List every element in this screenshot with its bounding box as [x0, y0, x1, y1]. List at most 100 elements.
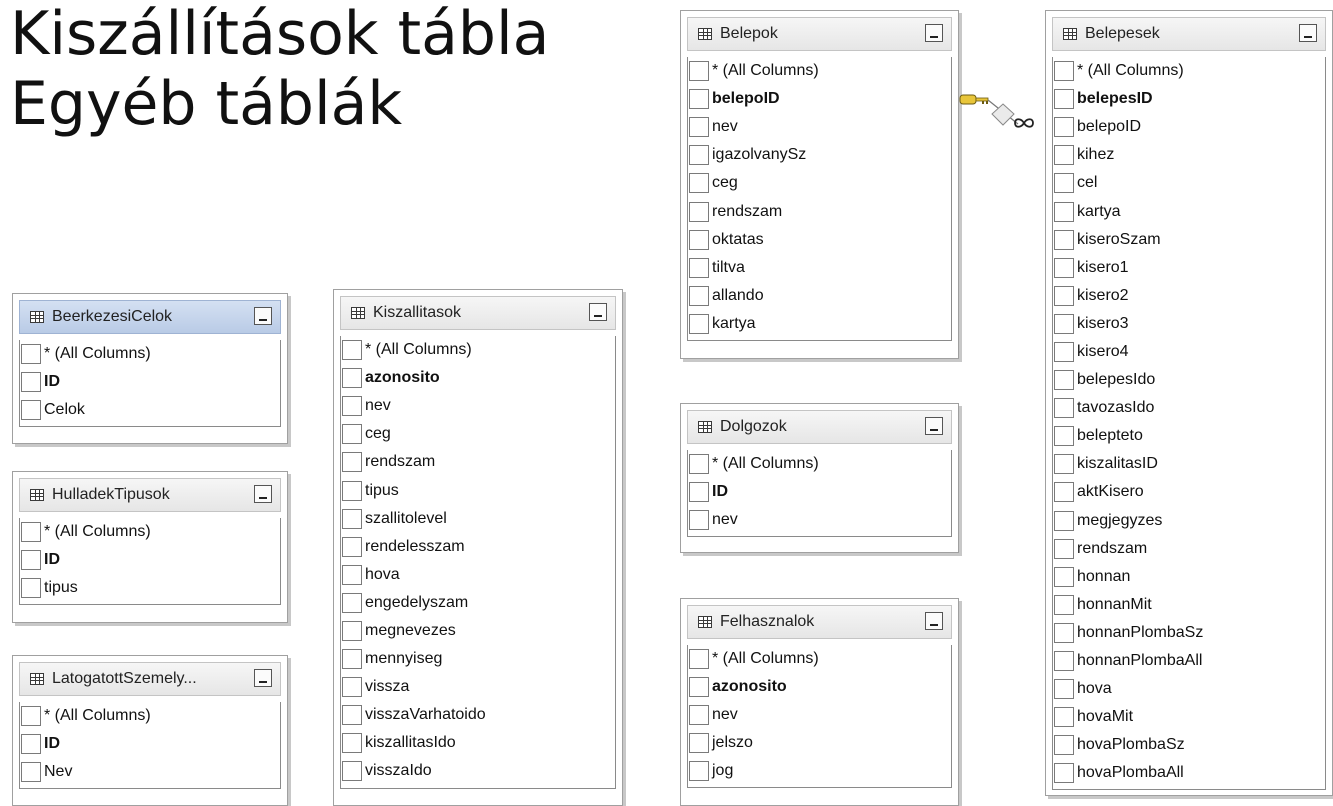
column-checkbox[interactable] — [342, 649, 362, 670]
column-row[interactable]: * (All Columns) — [20, 340, 280, 368]
column-checkbox[interactable] — [1054, 538, 1074, 559]
primary-key-column-row[interactable]: ID — [20, 730, 280, 758]
column-row[interactable]: jog — [688, 757, 951, 785]
column-checkbox[interactable] — [689, 201, 709, 222]
column-checkbox[interactable] — [342, 424, 362, 445]
column-row[interactable]: rendszam — [1053, 535, 1325, 563]
column-checkbox[interactable] — [689, 285, 709, 306]
column-checkbox[interactable] — [689, 145, 709, 166]
column-row[interactable]: belepteto — [1053, 422, 1325, 450]
primary-key-column-row[interactable]: belepoID — [688, 85, 951, 113]
column-row[interactable]: * (All Columns) — [20, 702, 280, 730]
column-row[interactable]: visszaIdo — [341, 757, 615, 785]
column-row[interactable]: rendszam — [341, 448, 615, 476]
column-checkbox[interactable] — [342, 592, 362, 613]
column-row[interactable]: kihez — [1053, 141, 1325, 169]
minimize-icon[interactable] — [254, 307, 272, 325]
column-checkbox[interactable] — [689, 454, 709, 475]
column-checkbox[interactable] — [689, 705, 709, 726]
column-checkbox[interactable] — [1054, 229, 1074, 250]
column-checkbox[interactable] — [1054, 201, 1074, 222]
column-row[interactable]: oktatas — [688, 226, 951, 254]
column-checkbox[interactable] — [342, 340, 362, 361]
column-checkbox[interactable] — [1054, 117, 1074, 138]
column-checkbox[interactable] — [689, 61, 709, 82]
column-checkbox[interactable] — [342, 452, 362, 473]
column-checkbox[interactable] — [1054, 426, 1074, 447]
column-row[interactable]: tiltva — [688, 254, 951, 282]
column-row[interactable]: kiseroSzam — [1053, 226, 1325, 254]
column-row[interactable]: tavozasIdo — [1053, 394, 1325, 422]
column-row[interactable]: kisero1 — [1053, 254, 1325, 282]
column-checkbox[interactable] — [689, 313, 709, 334]
table-kiszallitasok[interactable]: Kiszallitasok * (All Columns) azonosito nev… — [333, 289, 623, 806]
column-checkbox[interactable] — [21, 734, 41, 755]
minimize-icon[interactable] — [925, 417, 943, 435]
column-row[interactable]: nev — [341, 392, 615, 420]
column-row[interactable]: megjegyzes — [1053, 507, 1325, 535]
column-checkbox[interactable] — [689, 229, 709, 250]
column-checkbox[interactable] — [689, 117, 709, 138]
column-checkbox[interactable] — [1054, 651, 1074, 672]
key-infinity-relationship-icon[interactable] — [958, 90, 1048, 140]
column-row[interactable]: * (All Columns) — [688, 450, 951, 478]
primary-key-column-row[interactable]: azonosito — [341, 364, 615, 392]
column-row[interactable]: hova — [341, 561, 615, 589]
column-checkbox[interactable] — [21, 578, 41, 599]
column-checkbox[interactable] — [21, 372, 41, 393]
column-row[interactable]: belepoID — [1053, 113, 1325, 141]
column-checkbox[interactable] — [1054, 341, 1074, 362]
column-row[interactable]: kisero2 — [1053, 282, 1325, 310]
column-row[interactable]: vissza — [341, 673, 615, 701]
primary-key-column-row[interactable]: ID — [688, 478, 951, 506]
column-row[interactable]: ceg — [341, 420, 615, 448]
table-header[interactable]: BeerkezesiCelok — [19, 300, 281, 334]
column-checkbox[interactable] — [342, 761, 362, 782]
minimize-icon[interactable] — [254, 669, 272, 687]
column-checkbox[interactable] — [1054, 482, 1074, 503]
column-row[interactable]: hova — [1053, 675, 1325, 703]
column-checkbox[interactable] — [342, 677, 362, 698]
table-belepesek[interactable]: Belepesek * (All Columns) belepesID belepoI… — [1045, 10, 1333, 796]
column-checkbox[interactable] — [1054, 454, 1074, 475]
column-row[interactable]: * (All Columns) — [1053, 57, 1325, 85]
column-row[interactable]: cel — [1053, 169, 1325, 197]
column-checkbox[interactable] — [1054, 594, 1074, 615]
table-latogatottszemely[interactable]: LatogatottSzemely... * (All Columns) ID Nev — [12, 655, 288, 806]
table-header[interactable]: Belepok — [687, 17, 952, 51]
column-row[interactable]: kisero3 — [1053, 310, 1325, 338]
column-row[interactable]: kartya — [1053, 197, 1325, 225]
column-row[interactable]: kisero4 — [1053, 338, 1325, 366]
table-header[interactable]: LatogatottSzemely... — [19, 662, 281, 696]
primary-key-column-row[interactable]: ID — [20, 546, 280, 574]
column-row[interactable]: aktKisero — [1053, 478, 1325, 506]
column-checkbox[interactable] — [342, 508, 362, 529]
table-header[interactable]: Felhasznalok — [687, 605, 952, 639]
column-checkbox[interactable] — [689, 761, 709, 782]
column-row[interactable]: megnevezes — [341, 617, 615, 645]
column-checkbox[interactable] — [342, 396, 362, 417]
column-checkbox[interactable] — [342, 733, 362, 754]
minimize-icon[interactable] — [589, 303, 607, 321]
column-checkbox[interactable] — [21, 550, 41, 571]
column-row[interactable]: honnanPlombaAll — [1053, 647, 1325, 675]
column-row[interactable]: nev — [688, 113, 951, 141]
column-row[interactable]: * (All Columns) — [341, 336, 615, 364]
column-checkbox[interactable] — [1054, 313, 1074, 334]
column-checkbox[interactable] — [1054, 510, 1074, 531]
column-checkbox[interactable] — [21, 522, 41, 543]
minimize-icon[interactable] — [1299, 24, 1317, 42]
column-row[interactable]: ceg — [688, 169, 951, 197]
column-checkbox[interactable] — [342, 480, 362, 501]
minimize-icon[interactable] — [925, 612, 943, 630]
column-checkbox[interactable] — [689, 482, 709, 503]
column-row[interactable]: szallitolevel — [341, 505, 615, 533]
column-row[interactable]: * (All Columns) — [688, 645, 951, 673]
column-checkbox[interactable] — [1054, 707, 1074, 728]
column-row[interactable]: hovaMit — [1053, 703, 1325, 731]
column-checkbox[interactable] — [689, 173, 709, 194]
column-row[interactable]: hovaPlombaSz — [1053, 731, 1325, 759]
column-row[interactable]: Nev — [20, 758, 280, 786]
column-row[interactable]: * (All Columns) — [20, 518, 280, 546]
table-hulladektipusok[interactable]: HulladekTipusok * (All Columns) ID tipus — [12, 471, 288, 623]
